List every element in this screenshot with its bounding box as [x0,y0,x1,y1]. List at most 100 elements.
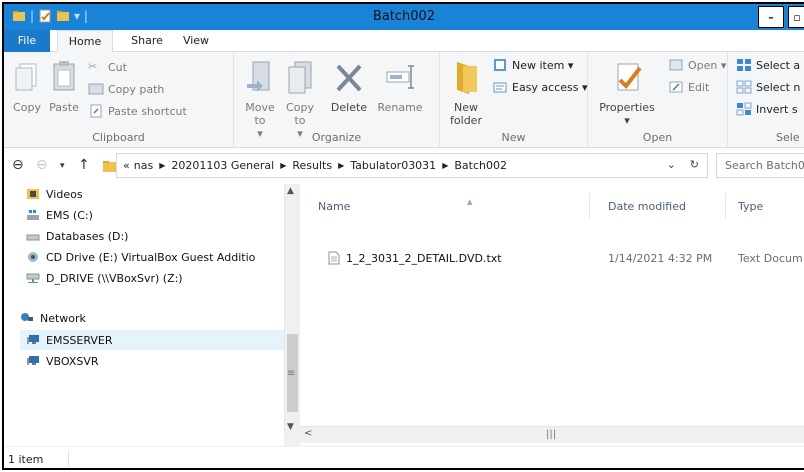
paste-shortcut-label: Paste shortcut [108,104,187,118]
up-button[interactable]: ↑ [78,157,90,173]
breadcrumb-overflow[interactable]: « [123,159,130,172]
tab-file[interactable]: File [4,30,50,52]
file-name: 1_2_3031_2_DETAIL.DVD.txt [346,251,502,265]
address-dropdown-icon[interactable]: ⌄ [667,158,676,171]
ribbon-tabs: File Home Share View [4,30,804,53]
file-name-cell: 1_2_3031_2_DETAIL.DVD.txt [328,251,600,265]
computer-icon [27,356,39,365]
invert-selection-button[interactable]: Invert s [736,102,798,116]
nav-item-label: CD Drive (E:) VirtualBox Guest Additio [46,250,256,264]
column-header-type[interactable]: Type [732,194,804,218]
nav-item-videos[interactable]: Videos [26,184,83,204]
breadcrumb-general[interactable]: 20201103 General [171,159,274,172]
tab-view[interactable]: View [176,30,216,52]
select-all-button[interactable]: Select a [736,58,800,72]
paste-clipboard-icon [53,61,75,91]
copy-button[interactable]: Copy [10,58,44,114]
scissors-icon: ✂ [88,60,98,73]
nav-item-cd-drive[interactable]: CD Drive (E:) VirtualBox Guest Additio [26,247,255,267]
cut-label: Cut [108,60,127,74]
new-folder-icon [457,62,477,94]
address-controls: ⌄ ↻ [667,158,699,171]
copy-to-icon [288,61,312,94]
rename-button[interactable]: Rename [374,58,426,114]
new-item-label: New item ▾ [512,58,574,72]
drive-icon [26,234,40,241]
nav-item-emsserver[interactable]: EMSSERVER [20,330,284,350]
easy-access-button[interactable]: Easy access ▾ [492,80,588,94]
tab-share[interactable]: Share [124,30,170,52]
open-group-label: Open [642,131,673,144]
properties-check-icon [617,63,642,91]
nav-item-label: Databases (D:) [46,229,129,243]
breadcrumb-tabulator[interactable]: Tabulator03031 [350,159,436,172]
nav-item-vboxsvr[interactable]: VBOXSVR [26,351,99,371]
properties-button[interactable]: Properties ▾ [596,58,658,127]
edit-label: Edit [688,80,710,94]
select-group: Select a Select n Invert s Sele [728,52,804,148]
column-header-name[interactable]: Name ▲ [312,194,590,218]
paste-shortcut-icon [90,104,102,118]
file-type: Text Docum [738,251,803,265]
breadcrumb-arrow-icon[interactable]: ▶ [159,161,165,170]
paste-button[interactable]: Paste [46,58,82,114]
move-to-button[interactable]: Move to ▾ [242,58,278,140]
copy-path-button[interactable]: Copy path [88,82,164,96]
title-bar: | ▾ | Batch002 – ▫ [4,4,804,30]
breadcrumb-batch[interactable]: Batch002 [454,159,507,172]
search-input[interactable]: Search Batch00 [716,153,804,178]
computer-icon [27,335,39,344]
select-group-label: Sele [776,131,800,144]
select-none-button[interactable]: Select n [736,80,800,94]
new-folder-button[interactable]: New folder [446,58,486,127]
nav-item-databases-d[interactable]: Databases (D:) [26,226,128,246]
column-header-date[interactable]: Date modified [602,194,726,218]
nav-item-network[interactable]: Network [20,308,86,328]
breadcrumb-arrow-icon[interactable]: ▶ [338,161,344,170]
move-to-label: Move to [245,101,275,127]
easy-access-label: Easy access ▾ [512,80,588,94]
move-to-icon [247,61,270,92]
breadcrumb-arrow-icon[interactable]: ▶ [442,161,448,170]
back-button[interactable]: ⊖ [12,157,24,173]
scroll-left-icon[interactable]: < [304,428,312,439]
breadcrumb-arrow-icon[interactable]: ▶ [280,161,286,170]
horizontal-scrollbar[interactable]: < ||| [300,426,804,443]
breadcrumb-nas[interactable]: nas [134,159,153,172]
edit-button[interactable]: Edit [668,80,709,94]
copy-to-button[interactable]: Copy to ▾ [282,58,318,140]
file-date: 1/14/2021 4:32 PM [608,251,713,265]
forward-button[interactable]: ⊖ [36,157,48,173]
delete-button[interactable]: Delete [324,58,374,114]
copy-label: Copy [13,101,41,114]
cut-button[interactable]: ✂ Cut [88,60,127,74]
maximize-button[interactable]: ▫ [788,6,804,28]
invert-selection-label: Invert s [756,102,798,116]
new-item-button[interactable]: New item ▾ [492,58,573,72]
paste-shortcut-button[interactable]: Paste shortcut [88,104,187,118]
delete-label: Delete [330,101,368,114]
scroll-down-icon[interactable]: ▼ [287,422,294,432]
nav-item-d-drive[interactable]: D_DRIVE (\\VBoxSvr) (Z:) [26,268,183,288]
navigation-pane: Videos EMS (C:) Databases (D:) CD Drive … [4,184,300,446]
sort-ascending-icon: ▲ [467,198,473,206]
recent-locations-icon[interactable]: ▾ [60,161,65,171]
minimize-button[interactable]: – [758,6,784,28]
nav-vertical-scrollbar[interactable]: ▲ ≡ ▼ [284,184,300,434]
refresh-icon[interactable]: ↻ [690,158,699,171]
file-list-pane: Name ▲ Date modified Type 1_2_3031_2_DET… [300,184,804,446]
rename-label: Rename [377,101,423,114]
file-row[interactable]: 1_2_3031_2_DETAIL.DVD.txt 1/14/2021 4:32… [328,248,804,268]
scroll-up-icon[interactable]: ▲ [287,186,294,196]
explorer-window: | ▾ | Batch002 – ▫ File Home Share View … [2,2,804,470]
address-bar[interactable]: « nas ▶ 20201103 General ▶ Results ▶ Tab… [116,153,708,178]
open-button[interactable]: Open ▾ [668,58,726,72]
status-divider [68,451,69,467]
breadcrumb-results[interactable]: Results [292,159,332,172]
tab-home[interactable]: Home [57,30,113,53]
nav-item-label: VBOXSVR [46,354,99,368]
organize-group-label: Organize [311,131,362,144]
nav-item-ems-c[interactable]: EMS (C:) [26,205,93,225]
address-row: ⊖ ⊖ ▾ ↑ « nas ▶ 20201103 General ▶ Resul… [4,148,804,184]
properties-label: Properties [599,101,655,114]
